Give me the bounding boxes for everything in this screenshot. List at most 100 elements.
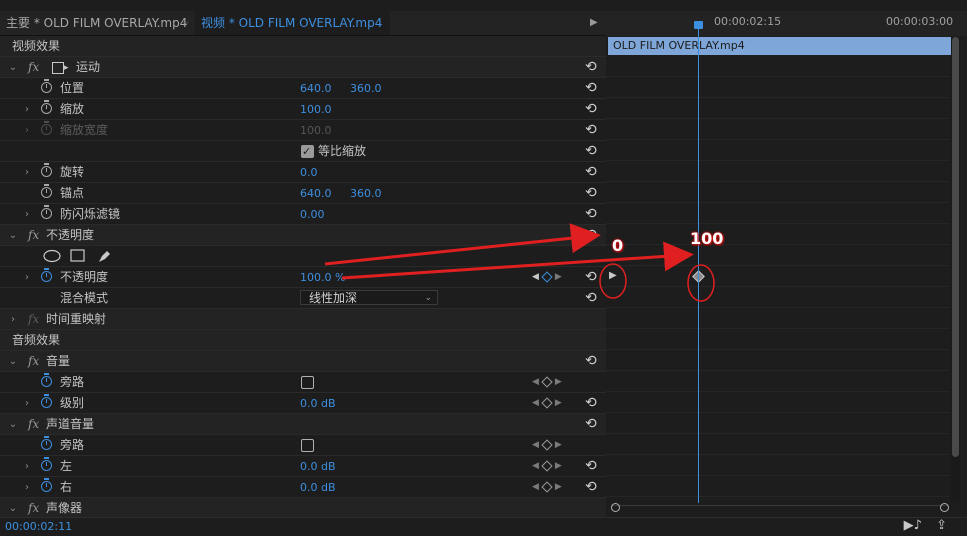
chevron-right-icon[interactable]: › (22, 393, 32, 414)
chevron-right-icon[interactable]: › (22, 456, 32, 477)
add-keyframe-icon[interactable] (541, 396, 553, 409)
anchor-y-value[interactable]: 360.0 (350, 183, 382, 204)
stopwatch-icon[interactable] (41, 163, 52, 177)
current-timecode[interactable]: 00:00:02:11 (5, 520, 72, 533)
reset-icon[interactable]: ⟲ (585, 57, 597, 78)
pen-mask-icon[interactable] (97, 248, 113, 264)
chevron-down-icon[interactable]: ⌵ (182, 11, 189, 35)
keyframe-nav[interactable]: ◀ ▶ (532, 435, 562, 456)
effect-time-remap[interactable]: › fx 时间重映射 (0, 309, 606, 330)
add-keyframe-icon[interactable] (541, 459, 553, 472)
prev-keyframe-icon[interactable]: ◀ (532, 440, 539, 450)
prev-keyframe-icon[interactable]: ◀ (532, 461, 539, 471)
next-keyframe-icon[interactable]: ▶ (555, 398, 562, 408)
audio-scrub-icon[interactable]: ▶♪ (904, 518, 922, 533)
bypass-checkbox[interactable] (301, 376, 314, 389)
reset-icon[interactable]: ⟲ (585, 225, 597, 246)
tab-main[interactable]: 主要 * OLD FILM OVERLAY.mp4 (6, 11, 187, 35)
effect-motion[interactable]: ⌄ fx 运动 ⟲ (0, 57, 606, 79)
keyframe-nav[interactable]: ◀ ▶ (532, 456, 562, 477)
right-value[interactable]: 0.0 dB (300, 477, 336, 498)
stopwatch-icon[interactable] (41, 205, 52, 219)
tab-video-effect-controls[interactable]: 视频 * OLD FILM OVERLAY.mp4 (195, 11, 391, 35)
chevron-right-icon[interactable]: › (22, 477, 32, 498)
keyframe-nav[interactable]: ◀ ▶ (532, 372, 562, 393)
antiflicker-value[interactable]: 0.00 (300, 204, 325, 225)
fx-icon[interactable]: fx (28, 498, 39, 517)
chevron-right-icon[interactable]: › (22, 162, 32, 183)
reset-icon[interactable]: ⟲ (585, 141, 597, 162)
chevron-right-icon[interactable]: › (22, 204, 32, 225)
keyframe-nav[interactable]: ◀ ▶ (532, 477, 562, 498)
playhead-line[interactable] (698, 25, 699, 503)
effect-channel-volume[interactable]: ⌄ fx 声道音量 ⟲ (0, 414, 606, 435)
stopwatch-icon[interactable] (41, 184, 52, 198)
reset-icon[interactable]: ⟲ (585, 183, 597, 204)
chevron-down-icon[interactable]: ⌄ (8, 225, 18, 246)
horizontal-scrollbar[interactable] (611, 505, 948, 514)
stopwatch-icon[interactable] (41, 436, 52, 450)
next-keyframe-icon[interactable]: ▶ (555, 461, 562, 471)
add-keyframe-icon[interactable] (541, 375, 553, 388)
fx-icon[interactable]: fx (28, 414, 39, 435)
chevron-down-icon[interactable]: ⌄ (8, 351, 18, 372)
reset-icon[interactable]: ⟲ (585, 162, 597, 183)
panel-menu-arrow-icon[interactable]: ▶ (590, 11, 598, 35)
stopwatch-icon[interactable] (41, 457, 52, 471)
uniform-scale-checkbox[interactable] (301, 141, 314, 162)
rotation-value[interactable]: 0.0 (300, 162, 318, 183)
add-keyframe-icon[interactable] (541, 438, 553, 451)
zoom-handle-left[interactable] (611, 503, 620, 512)
add-keyframe-icon[interactable] (541, 480, 553, 493)
effect-opacity[interactable]: ⌄ fx 不透明度 ⟲ (0, 225, 606, 246)
reset-icon[interactable]: ⟲ (585, 99, 597, 120)
reset-icon[interactable]: ⟲ (585, 78, 597, 99)
bypass-checkbox[interactable] (301, 439, 314, 452)
effect-panner[interactable]: ⌄ fx 声像器 (0, 498, 606, 517)
prev-keyframe-icon[interactable]: ◀ (532, 272, 539, 282)
blend-mode-dropdown[interactable]: 线性加深 ⌄ (300, 290, 438, 305)
time-ruler[interactable]: 00:00:02:15 00:00:03:00 (606, 11, 967, 36)
reset-icon[interactable]: ⟲ (585, 456, 597, 477)
opacity-value[interactable]: 100.0 % (300, 267, 345, 288)
stopwatch-icon[interactable] (41, 79, 52, 93)
reset-icon[interactable]: ⟲ (585, 267, 597, 288)
next-keyframe-icon[interactable]: ▶ (555, 377, 562, 387)
stopwatch-icon[interactable] (41, 373, 52, 387)
prev-keyframe-icon[interactable]: ◀ (532, 482, 539, 492)
add-keyframe-icon[interactable] (541, 270, 553, 283)
position-x-value[interactable]: 640.0 (300, 78, 332, 99)
scale-value[interactable]: 100.0 (300, 99, 332, 120)
keyframe-nav[interactable]: ◀ ▶ (532, 267, 562, 288)
level-value[interactable]: 0.0 dB (300, 393, 336, 414)
stopwatch-icon[interactable] (41, 268, 52, 282)
effect-volume[interactable]: ⌄ fx 音量 ⟲ (0, 351, 606, 372)
next-keyframe-icon[interactable]: ▶ (555, 272, 562, 282)
clip-bar[interactable]: OLD FILM OVERLAY.mp4 (608, 37, 951, 55)
next-keyframe-icon[interactable]: ▶ (555, 482, 562, 492)
prev-keyframe-icon[interactable]: ◀ (532, 377, 539, 387)
stopwatch-icon[interactable] (41, 478, 52, 492)
chevron-down-icon[interactable]: ⌄ (8, 498, 18, 517)
reset-icon[interactable]: ⟲ (585, 477, 597, 498)
effect-timeline[interactable]: 00:00:02:15 00:00:03:00 OLD FILM OVERLAY… (606, 11, 967, 517)
left-value[interactable]: 0.0 dB (300, 456, 336, 477)
playhead-handle[interactable] (694, 21, 703, 29)
reset-icon[interactable]: ⟲ (585, 351, 597, 372)
chevron-right-icon[interactable]: › (8, 309, 18, 330)
anchor-x-value[interactable]: 640.0 (300, 183, 332, 204)
scrollbar-thumb[interactable] (952, 37, 959, 457)
stopwatch-icon[interactable] (41, 394, 52, 408)
chevron-down-icon[interactable]: ⌄ (8, 57, 18, 78)
keyframe-start-icon[interactable]: ▶ (609, 270, 617, 281)
zoom-handle-right[interactable] (940, 503, 949, 512)
fx-icon[interactable]: fx (28, 57, 39, 78)
export-icon[interactable]: ⇪ (936, 518, 947, 533)
reset-icon[interactable]: ⟲ (585, 204, 597, 225)
rectangle-mask-icon[interactable] (70, 249, 86, 263)
chevron-right-icon[interactable]: › (22, 267, 32, 288)
reset-icon[interactable]: ⟲ (585, 393, 597, 414)
stopwatch-icon[interactable] (41, 100, 52, 114)
position-y-value[interactable]: 360.0 (350, 78, 382, 99)
reset-icon[interactable]: ⟲ (585, 414, 597, 435)
